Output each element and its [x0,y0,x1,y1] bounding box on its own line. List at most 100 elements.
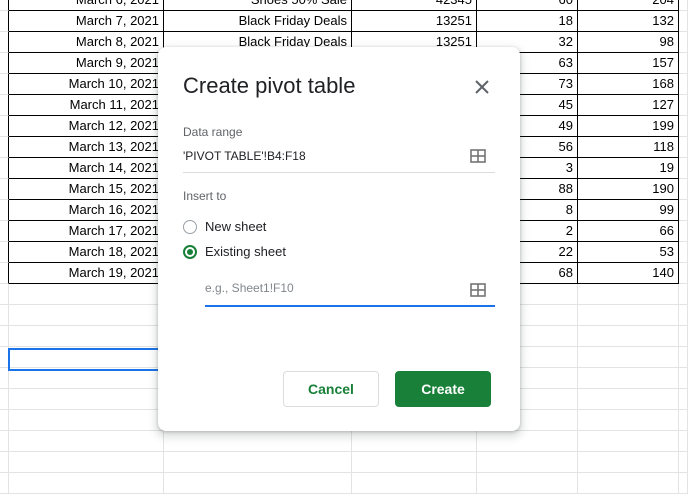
radio-existing-sheet[interactable]: Existing sheet [183,244,286,259]
sheet-cell[interactable] [0,368,9,389]
sheet-cell[interactable] [352,431,477,452]
sheet-cell[interactable] [0,263,9,284]
sheet-cell[interactable] [578,305,679,326]
table-cell-date[interactable]: March 16, 2021 [9,200,164,221]
sheet-cell[interactable] [679,0,688,11]
empty-row[interactable] [0,452,688,473]
sheet-cell[interactable] [578,473,679,494]
sheet-cell[interactable] [0,137,9,158]
table-cell-campaign[interactable]: Black Friday Deals [164,11,352,32]
table-cell-date[interactable]: March 14, 2021 [9,158,164,179]
sheet-cell[interactable] [679,326,688,347]
sheet-cell[interactable] [0,389,9,410]
sheet-cell[interactable] [0,11,9,32]
sheet-cell[interactable] [9,326,164,347]
table-cell-conv[interactable]: 66 [578,221,679,242]
sheet-cell[interactable] [679,242,688,263]
sheet-cell[interactable] [679,389,688,410]
sheet-cell[interactable] [0,473,9,494]
table-cell-campaign[interactable]: Shoes 50% Sale [164,0,352,11]
sheet-cell[interactable] [0,95,9,116]
sheet-cell[interactable] [164,452,352,473]
sheet-cell[interactable] [578,284,679,305]
table-cell-date[interactable]: March 15, 2021 [9,179,164,200]
sheet-cell[interactable] [9,305,164,326]
empty-row[interactable] [0,431,688,452]
table-cell-date[interactable]: March 12, 2021 [9,116,164,137]
sheet-cell[interactable] [679,179,688,200]
sheet-cell[interactable] [9,452,164,473]
table-cell-clicks[interactable]: 18 [477,11,578,32]
sheet-cell[interactable] [679,263,688,284]
table-cell-date[interactable]: March 17, 2021 [9,221,164,242]
table-cell-conv[interactable]: 190 [578,179,679,200]
table-cell-date[interactable]: March 11, 2021 [9,95,164,116]
sheet-cell[interactable] [679,368,688,389]
sheet-cell[interactable] [9,431,164,452]
sheet-cell[interactable] [477,452,578,473]
sheet-cell[interactable] [578,410,679,431]
table-row[interactable]: March 6, 2021Shoes 50% Sale4234560204 [0,0,688,11]
close-button[interactable] [470,75,494,99]
sheet-cell[interactable] [679,431,688,452]
sheet-cell[interactable] [9,473,164,494]
radio-existing-sheet-circle[interactable] [183,244,197,259]
table-cell-clicks[interactable]: 60 [477,0,578,11]
sheet-cell[interactable] [9,368,164,389]
sheet-cell[interactable] [679,284,688,305]
sheet-cell[interactable] [0,431,9,452]
table-cell-date[interactable]: March 13, 2021 [9,137,164,158]
create-button[interactable]: Create [395,371,491,407]
cancel-button[interactable]: Cancel [283,371,379,407]
sheet-cell[interactable] [0,284,9,305]
table-cell-conv[interactable]: 98 [578,32,679,53]
table-cell-date[interactable]: March 9, 2021 [9,53,164,74]
sheet-cell[interactable] [0,0,9,11]
table-cell-date[interactable]: March 7, 2021 [9,11,164,32]
sheet-cell[interactable] [0,242,9,263]
selected-cell[interactable] [8,348,167,371]
existing-sheet-location-input[interactable] [205,276,460,300]
sheet-cell[interactable] [164,473,352,494]
sheet-cell[interactable] [679,305,688,326]
sheet-cell[interactable] [679,347,688,368]
sheet-cell[interactable] [578,347,679,368]
sheet-cell[interactable] [679,74,688,95]
sheet-cell[interactable] [0,53,9,74]
sheet-cell[interactable] [0,305,9,326]
sheet-cell[interactable] [352,473,477,494]
sheet-cell[interactable] [679,53,688,74]
sheet-cell[interactable] [679,137,688,158]
sheet-cell[interactable] [679,200,688,221]
table-cell-conv[interactable]: 127 [578,95,679,116]
sheet-cell[interactable] [679,410,688,431]
sheet-cell[interactable] [9,389,164,410]
table-cell-conv[interactable]: 132 [578,11,679,32]
table-cell-conv[interactable]: 157 [578,53,679,74]
sheet-cell[interactable] [578,431,679,452]
table-cell-date[interactable]: March 8, 2021 [9,32,164,53]
sheet-cell[interactable] [9,410,164,431]
table-cell-conv[interactable]: 140 [578,263,679,284]
table-cell-conv[interactable]: 204 [578,0,679,11]
sheet-cell[interactable] [679,221,688,242]
sheet-cell[interactable] [0,32,9,53]
sheet-cell[interactable] [578,368,679,389]
sheet-cell[interactable] [0,326,9,347]
sheet-cell[interactable] [578,452,679,473]
sheet-cell[interactable] [679,95,688,116]
sheet-cell[interactable] [0,200,9,221]
sheet-cell[interactable] [9,284,164,305]
empty-row[interactable] [0,473,688,494]
sheet-cell[interactable] [679,158,688,179]
table-cell-date[interactable]: March 10, 2021 [9,74,164,95]
sheet-cell[interactable] [679,473,688,494]
sheet-cell[interactable] [164,431,352,452]
data-range-field[interactable]: 'PIVOT TABLE'!B4:F18 [183,149,306,163]
table-cell-conv[interactable]: 99 [578,200,679,221]
sheet-cell[interactable] [679,116,688,137]
table-cell-conv[interactable]: 199 [578,116,679,137]
sheet-cell[interactable] [679,11,688,32]
table-cell-conv[interactable]: 19 [578,158,679,179]
table-cell-date[interactable]: March 19, 2021 [9,263,164,284]
